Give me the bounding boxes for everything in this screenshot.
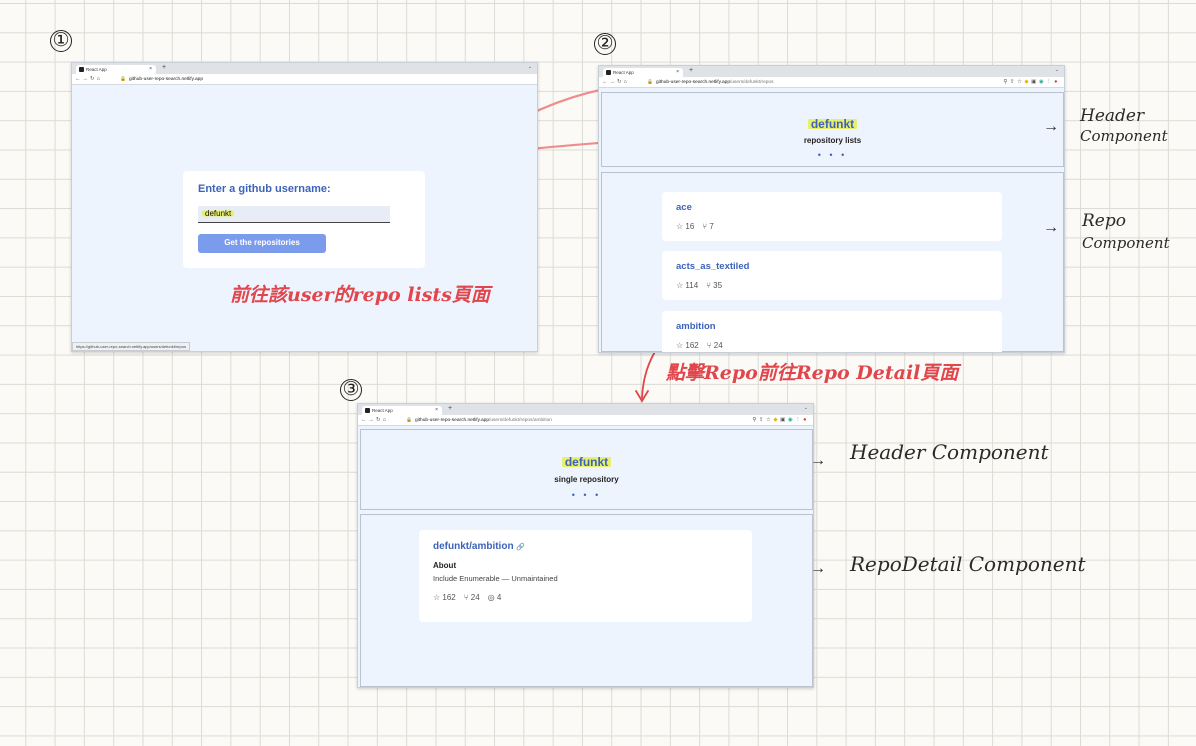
- home-icon[interactable]: ⌂: [624, 79, 629, 85]
- nav-buttons: ←→↻⌂: [361, 417, 388, 423]
- address-bar: ←→↻⌂ 🔒 github-user-repo-search.netlify.ap…: [599, 77, 1064, 88]
- browser-window-search: React App × + ⌄ ←→↻⌂ 🔒 github-user-repo-se…: [71, 62, 538, 352]
- annotation-go-to-repo-lists: 前往該user的repo lists頁面: [230, 284, 490, 306]
- lock-icon: 🔒: [647, 79, 653, 85]
- get-repositories-button[interactable]: Get the repositories: [198, 234, 326, 253]
- back-icon[interactable]: ←: [75, 76, 83, 82]
- search-form-card: Enter a github username: defunkt Get the…: [183, 171, 425, 268]
- annotation-repo-detail-component: RepoDetail Component: [850, 552, 1086, 576]
- repo-name[interactable]: ace: [676, 202, 692, 213]
- browser-tab[interactable]: React App ×: [603, 68, 683, 77]
- react-favicon-icon: [606, 70, 611, 75]
- address-bar: ←→↻⌂ 🔒 github-user-repo-search.netlify.ap…: [72, 74, 537, 85]
- annotation-header-component-2: Header Component: [850, 440, 1049, 464]
- lock-icon: 🔒: [120, 76, 126, 82]
- url-field[interactable]: 🔒 github-user-repo-search.netlify.app/use…: [647, 80, 774, 85]
- arrow-icon: →: [1043, 118, 1059, 135]
- tab-search-icon[interactable]: ⌄: [804, 405, 808, 411]
- header-dots: • • •: [817, 150, 848, 160]
- url-field[interactable]: 🔒 github-user-repo-search.netlify.app: [120, 77, 203, 82]
- repo-card[interactable]: ace ☆ 16 ⑂ 7: [662, 192, 1002, 241]
- arrow-icon: →: [810, 452, 826, 469]
- status-bar-url: https://github-user-repo-search.netlify.…: [72, 342, 190, 351]
- url-field[interactable]: 🔒 github-user-repo-search.netlify.app/use…: [406, 418, 552, 423]
- fork-count: ⑂ 35: [706, 281, 723, 290]
- header-username: defunkt: [358, 455, 813, 469]
- step-3-marker: ③: [340, 379, 362, 401]
- reload-icon[interactable]: ↻: [617, 79, 624, 85]
- new-tab-icon[interactable]: +: [448, 405, 452, 412]
- star-count: ☆ 162: [676, 341, 699, 350]
- link-icon[interactable]: 🔗: [516, 544, 525, 551]
- fork-count: ⑂ 24: [463, 593, 480, 602]
- new-tab-icon[interactable]: +: [689, 67, 693, 74]
- forward-icon[interactable]: →: [610, 79, 618, 85]
- header-subtitle: repository lists: [803, 136, 862, 145]
- repo-stats: ☆ 114 ⑂ 35: [676, 281, 730, 290]
- react-favicon-icon: [365, 408, 370, 413]
- repo-detail-card: defunkt/ambition 🔗 About Include Enumera…: [419, 530, 752, 622]
- tab-search-icon[interactable]: ⌄: [528, 64, 532, 70]
- tab-bar: React App × + ⌄: [72, 63, 537, 74]
- react-favicon-icon: [79, 67, 84, 72]
- browser-window-repo-list: React App × + ⌄ ←→↻⌂ 🔒 github-user-repo-se…: [598, 65, 1065, 353]
- tab-bar: React App × + ⌄: [358, 404, 813, 415]
- star-count: ☆ 114: [676, 281, 699, 290]
- new-tab-icon[interactable]: +: [162, 64, 166, 71]
- back-icon[interactable]: ←: [361, 417, 369, 423]
- annotation-header-component-1: Header Component: [1080, 106, 1168, 145]
- tab-bar: React App × + ⌄: [599, 66, 1064, 77]
- reload-icon[interactable]: ↻: [90, 76, 97, 82]
- forward-icon[interactable]: →: [369, 417, 377, 423]
- browser-extension-icons[interactable]: ⚲⇪☆◆▣◉⋮●: [1003, 79, 1060, 85]
- back-icon[interactable]: ←: [602, 79, 610, 85]
- star-count: ☆ 162: [433, 593, 456, 602]
- browser-extension-icons[interactable]: ⚲⇪☆◆▣◉⋮●: [752, 417, 809, 423]
- watcher-count: ◎ 4: [487, 593, 502, 602]
- repo-stats: ☆ 162 ⑂ 24: [676, 341, 731, 350]
- tab-search-icon[interactable]: ⌄: [1055, 67, 1059, 73]
- repo-card[interactable]: ambition ☆ 162 ⑂ 24: [662, 311, 1002, 352]
- about-heading: About: [433, 561, 457, 570]
- repo-full-name[interactable]: defunkt/ambition 🔗: [433, 541, 525, 552]
- annotation-repo-component: Repo Component: [1082, 211, 1170, 252]
- address-bar: ←→↻⌂ 🔒 github-user-repo-search.netlify.ap…: [358, 415, 813, 426]
- arrow-icon: →: [1043, 219, 1059, 236]
- username-input[interactable]: defunkt: [198, 206, 390, 223]
- reload-icon[interactable]: ↻: [376, 417, 383, 423]
- nav-buttons: ←→↻⌂: [602, 79, 629, 85]
- repo-name[interactable]: ambition: [676, 321, 716, 332]
- fork-count: ⑂ 24: [706, 341, 723, 350]
- search-prompt: Enter a github username:: [198, 183, 331, 195]
- close-tab-icon[interactable]: ×: [435, 406, 438, 415]
- repo-stats: ☆ 162 ⑂ 24 ◎ 4: [433, 593, 509, 602]
- step-1-marker: ①: [50, 30, 72, 52]
- step-2-marker: ②: [594, 33, 616, 55]
- browser-tab[interactable]: React App ×: [76, 65, 156, 74]
- repo-stats: ☆ 16 ⑂ 7: [676, 222, 722, 231]
- header-username: defunkt: [599, 117, 1064, 131]
- fork-count: ⑂ 7: [702, 222, 714, 231]
- forward-icon[interactable]: →: [83, 76, 91, 82]
- nav-buttons: ←→↻⌂: [75, 76, 102, 82]
- browser-tab[interactable]: React App ×: [362, 406, 442, 415]
- repo-name[interactable]: acts_as_textiled: [676, 261, 749, 272]
- lock-icon: 🔒: [406, 417, 412, 423]
- repo-card[interactable]: acts_as_textiled ☆ 114 ⑂ 35: [662, 251, 1002, 300]
- browser-window-repo-detail: React App × + ⌄ ←→↻⌂ 🔒 github-user-repo-se…: [357, 403, 814, 688]
- close-tab-icon[interactable]: ×: [149, 65, 152, 74]
- header-dots: • • •: [571, 490, 602, 500]
- close-tab-icon[interactable]: ×: [676, 68, 679, 77]
- header-subtitle: single repository: [554, 475, 619, 484]
- annotation-go-to-repo-detail: 點擊Repo前往Repo Detail頁面: [666, 362, 959, 384]
- star-count: ☆ 16: [676, 222, 695, 231]
- home-icon[interactable]: ⌂: [97, 76, 102, 82]
- arrow-icon: →: [810, 560, 826, 577]
- home-icon[interactable]: ⌂: [383, 417, 388, 423]
- about-text: Include Enumerable — Unmaintained: [433, 574, 558, 583]
